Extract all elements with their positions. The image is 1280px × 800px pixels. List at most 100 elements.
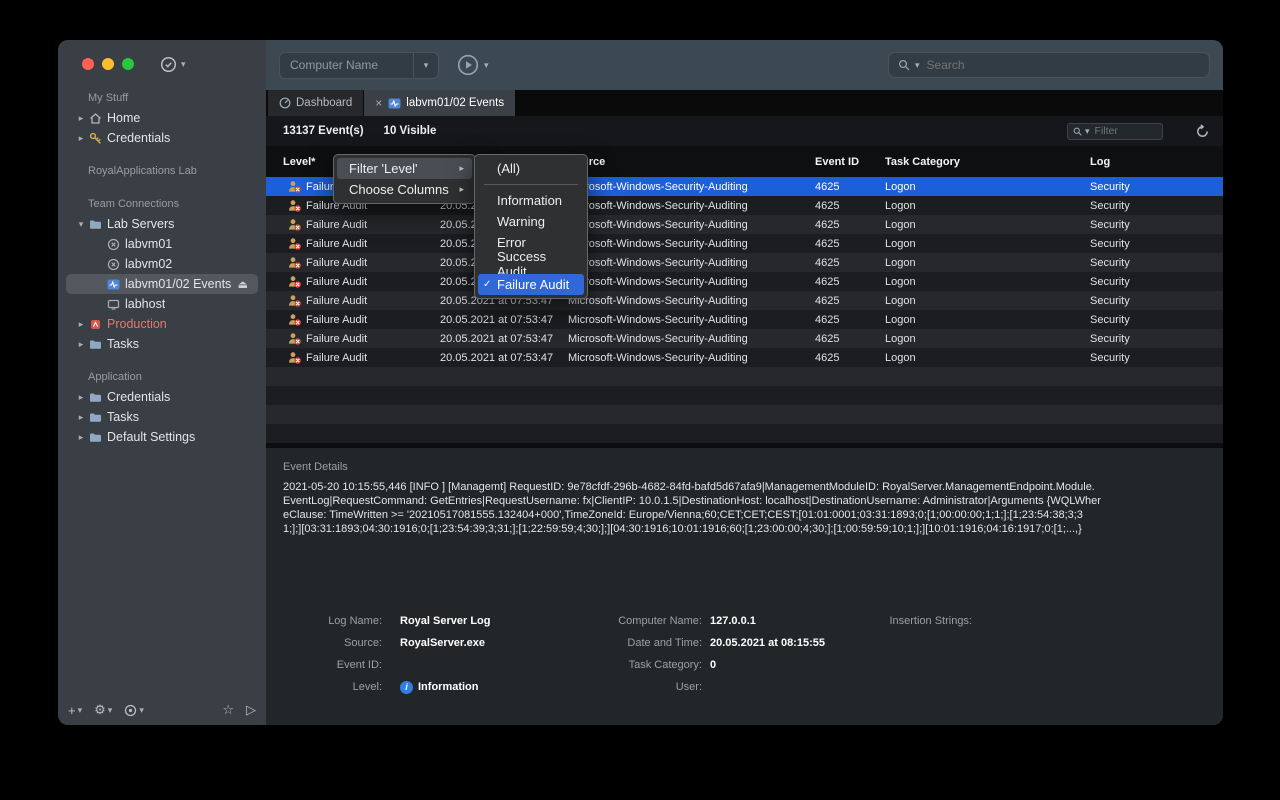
sidebar-item-tasks[interactable]: ▸ Tasks	[66, 334, 258, 354]
table-empty-row	[266, 405, 1223, 424]
server-icon	[105, 238, 121, 251]
cell-event-id: 4625	[807, 333, 877, 345]
cell-source: Microsoft-Windows-Security-Auditing	[560, 314, 807, 326]
play-circle-icon	[457, 54, 479, 76]
connection-status-menu-button[interactable]: ▾	[160, 56, 186, 73]
chevron-down-icon: ▾	[78, 705, 83, 716]
cell-log: Security	[1082, 295, 1223, 307]
connect-dropdown-button[interactable]: ▾	[457, 54, 489, 76]
tab-dashboard[interactable]: Dashboard	[268, 90, 363, 116]
sidebar-item-home[interactable]: ▸ Home	[66, 108, 258, 128]
chevron-right-icon[interactable]: ▸	[75, 113, 87, 124]
chevron-right-icon[interactable]: ▸	[75, 432, 87, 443]
cell-level: Failure Audit	[266, 237, 432, 250]
event-row[interactable]: Failure Audit20.05.2021 at 07:53:47Micro…	[266, 272, 1223, 291]
log-name-label: Log Name:	[283, 615, 382, 627]
cell-event-id: 4625	[807, 219, 877, 231]
minimize-window-button[interactable]	[102, 58, 114, 70]
menu-item-all[interactable]: (All)	[478, 158, 584, 179]
filter-field[interactable]: ▾	[1067, 123, 1163, 140]
tab-events[interactable]: × labvm01/02 Events	[364, 90, 515, 116]
computer-name-value: 127.0.0.1	[710, 615, 872, 627]
search-icon	[898, 59, 910, 71]
view-options-button[interactable]: ▾	[124, 704, 144, 717]
check-icon: ✓	[483, 279, 491, 290]
column-header-event-id[interactable]: Event ID	[807, 156, 877, 168]
sidebar-item-label: labvm01	[125, 237, 172, 251]
close-window-button[interactable]	[82, 58, 94, 70]
menu-item-choose-columns[interactable]: Choose Columns▸	[337, 179, 472, 200]
event-row[interactable]: Failure Audit20.05.2021 at 07:53:47Micro…	[266, 348, 1223, 367]
sidebar-item-credentials[interactable]: ▸Credentials	[66, 387, 258, 407]
failure-audit-icon	[288, 313, 301, 326]
search-input[interactable]	[925, 57, 1200, 73]
level-text: Failure Audit	[306, 219, 367, 231]
cell-log: Security	[1082, 257, 1223, 269]
eject-icon[interactable]: ⏏	[238, 278, 248, 291]
sidebar-item-labhost[interactable]: labhost	[66, 294, 258, 314]
sidebar-item-lab-servers[interactable]: ▾Lab Servers	[66, 214, 258, 234]
cell-event-id: 4625	[807, 314, 877, 326]
chevron-right-icon[interactable]: ▸	[75, 319, 87, 330]
sidebar-item-tasks[interactable]: ▸Tasks	[66, 407, 258, 427]
event-row[interactable]: Failure Audit20.05.2021 at 07:53:47Micro…	[266, 234, 1223, 253]
favorite-button[interactable]: ☆	[222, 702, 234, 718]
chevron-right-icon[interactable]: ▸	[75, 133, 87, 144]
sidebar-item-label: Tasks	[107, 337, 139, 351]
cell-task-category: Logon	[877, 200, 1082, 212]
event-row[interactable]: Failure Audit20.05.2021 at 07:53:47Micro…	[266, 329, 1223, 348]
event-row[interactable]: Failure Audit20.05.2021 at 07:53:47Micro…	[266, 291, 1223, 310]
events-icon	[388, 97, 401, 110]
menu-item-label: Warning	[497, 214, 545, 229]
settings-button[interactable]: ⚙ ▾	[94, 702, 112, 718]
chevron-right-icon[interactable]: ▸	[75, 339, 87, 350]
chevron-right-icon[interactable]: ▸	[75, 392, 87, 403]
sidebar-item-labvm02[interactable]: labvm02	[66, 254, 258, 274]
add-connection-button[interactable]: + ▾	[68, 703, 82, 718]
menu-item-filter-level[interactable]: Filter 'Level'▸	[337, 158, 472, 179]
menu-item-failure-audit[interactable]: ✓Failure Audit	[478, 274, 584, 295]
menu-item-success-audit[interactable]: Success Audit	[478, 253, 584, 274]
connect-button[interactable]: ▷	[246, 702, 256, 718]
cell-task-category: Logon	[877, 219, 1082, 231]
sync-check-icon	[160, 56, 177, 73]
source-value: RoyalServer.exe	[400, 637, 586, 649]
column-header-log[interactable]: Log	[1082, 156, 1223, 168]
events-icon	[105, 278, 121, 291]
sidebar-item-default-settings[interactable]: ▸Default Settings	[66, 427, 258, 447]
event-row[interactable]: Failure Audit20.05.2021 at 07:53:47Micro…	[266, 215, 1223, 234]
search-field[interactable]: ▾	[888, 52, 1210, 78]
production-icon	[87, 318, 103, 331]
sidebar-item-production[interactable]: ▸Production	[66, 314, 258, 334]
event-row[interactable]: Failure Audit20.05.2021 at 07:53:47Micro…	[266, 253, 1223, 272]
cell-level: Failure Audit	[266, 256, 432, 269]
event-row[interactable]: Failure Audit20.05.2021 at 07:53:47Micro…	[266, 310, 1223, 329]
filter-input[interactable]	[1093, 124, 1157, 138]
table-empty-row	[266, 367, 1223, 386]
failure-audit-icon	[288, 256, 301, 269]
sidebar-item-credentials[interactable]: ▸Credentials	[66, 128, 258, 148]
combobox-dropdown-button[interactable]: ▾	[413, 53, 438, 78]
cell-event-id: 4625	[807, 276, 877, 288]
column-header-source[interactable]: Source	[560, 156, 807, 168]
computer-name-combobox[interactable]: Computer Name ▾	[279, 52, 439, 79]
key-icon	[87, 132, 103, 145]
column-header-task-category[interactable]: Task Category	[877, 156, 1082, 168]
failure-audit-icon	[288, 294, 301, 307]
server-icon	[105, 258, 121, 271]
chevron-down-icon[interactable]: ▾	[75, 219, 87, 230]
search-icon	[1073, 127, 1082, 136]
sidebar-item-labvm01-02-events[interactable]: labvm01/02 Events⏏	[66, 274, 258, 294]
chevron-right-icon[interactable]: ▸	[75, 412, 87, 423]
sidebar-item-labvm01[interactable]: labvm01	[66, 234, 258, 254]
sidebar-item-label: Home	[107, 111, 140, 125]
tab-close-button[interactable]: ×	[375, 96, 382, 110]
sidebar: ▾ My Stuff▸Home▸CredentialsRoyalApplicat…	[58, 40, 266, 725]
sidebar-gap	[58, 354, 266, 367]
menu-item-warning[interactable]: Warning	[478, 211, 584, 232]
submenu-arrow-icon: ▸	[459, 163, 464, 174]
menu-item-information[interactable]: Information	[478, 190, 584, 211]
cell-log: Security	[1082, 314, 1223, 326]
zoom-window-button[interactable]	[122, 58, 134, 70]
refresh-button[interactable]	[1195, 124, 1210, 139]
